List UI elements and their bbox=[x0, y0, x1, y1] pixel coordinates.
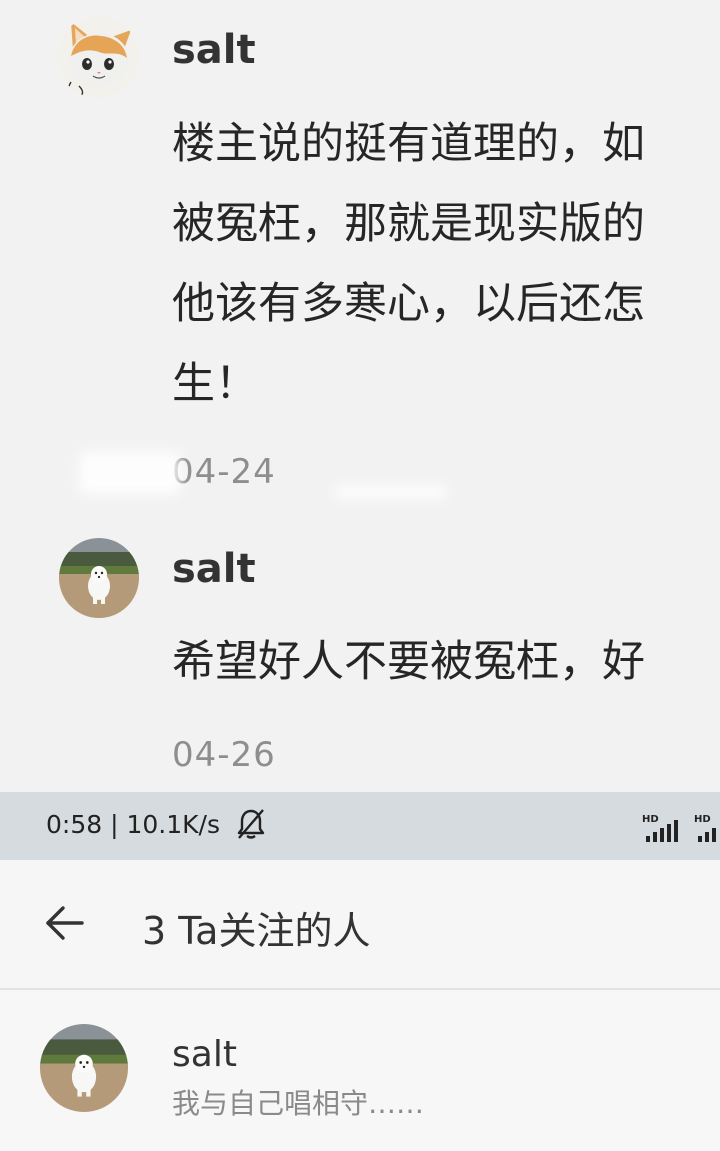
comment-date: 04-26 bbox=[172, 735, 276, 775]
arrow-left-icon[interactable] bbox=[44, 904, 86, 942]
comment-username[interactable]: salt bbox=[172, 27, 256, 73]
comment-line: 生！ bbox=[172, 359, 258, 409]
hd-signal-icon: HD bbox=[694, 814, 716, 842]
app-bar: 3 Ta关注的人 bbox=[0, 860, 720, 990]
comment-line: 希望好人不要被冤枉，好 bbox=[172, 637, 645, 687]
comment-text: 楼主说的挺有道理的，如 被冤枉，那就是现实版的 他该有多寒心，以后还怎 生！ bbox=[172, 104, 720, 424]
list-item[interactable]: salt 我与自己唱相守…… bbox=[0, 990, 720, 1151]
cat-avatar[interactable] bbox=[57, 16, 139, 98]
status-time-speed: 0:58 | 10.1K/s bbox=[46, 810, 220, 839]
user-name: salt bbox=[172, 1034, 237, 1075]
comment-username[interactable]: salt bbox=[172, 546, 256, 592]
svg-text:HD: HD bbox=[642, 814, 659, 825]
bell-off-icon bbox=[237, 809, 265, 839]
user-bio: 我与自己唱相守…… bbox=[172, 1087, 425, 1120]
comment-line: 他该有多寒心，以后还怎 bbox=[172, 279, 645, 329]
blur-patch bbox=[80, 452, 180, 494]
svg-text:HD: HD bbox=[694, 814, 711, 825]
comment-line: 被冤枉，那就是现实版的 bbox=[172, 199, 645, 249]
comment-date: 04-24 bbox=[172, 452, 276, 492]
hd-signal-icon: HD bbox=[642, 814, 678, 842]
comment-line: 楼主说的挺有道理的，如 bbox=[172, 119, 645, 169]
comment-text: 希望好人不要被冤枉，好 bbox=[172, 622, 720, 702]
status-bar: 0:58 | 10.1K/s HD HD bbox=[0, 792, 720, 860]
white-dog-avatar bbox=[40, 1024, 128, 1112]
white-dog-avatar[interactable] bbox=[59, 538, 139, 618]
blur-patch bbox=[336, 486, 446, 498]
comments-section: salt 楼主说的挺有道理的，如 被冤枉，那就是现实版的 他该有多寒心，以后还怎… bbox=[0, 0, 720, 792]
following-list: salt 我与自己唱相守…… bbox=[0, 990, 720, 1151]
page-title: 3 Ta关注的人 bbox=[142, 909, 371, 953]
